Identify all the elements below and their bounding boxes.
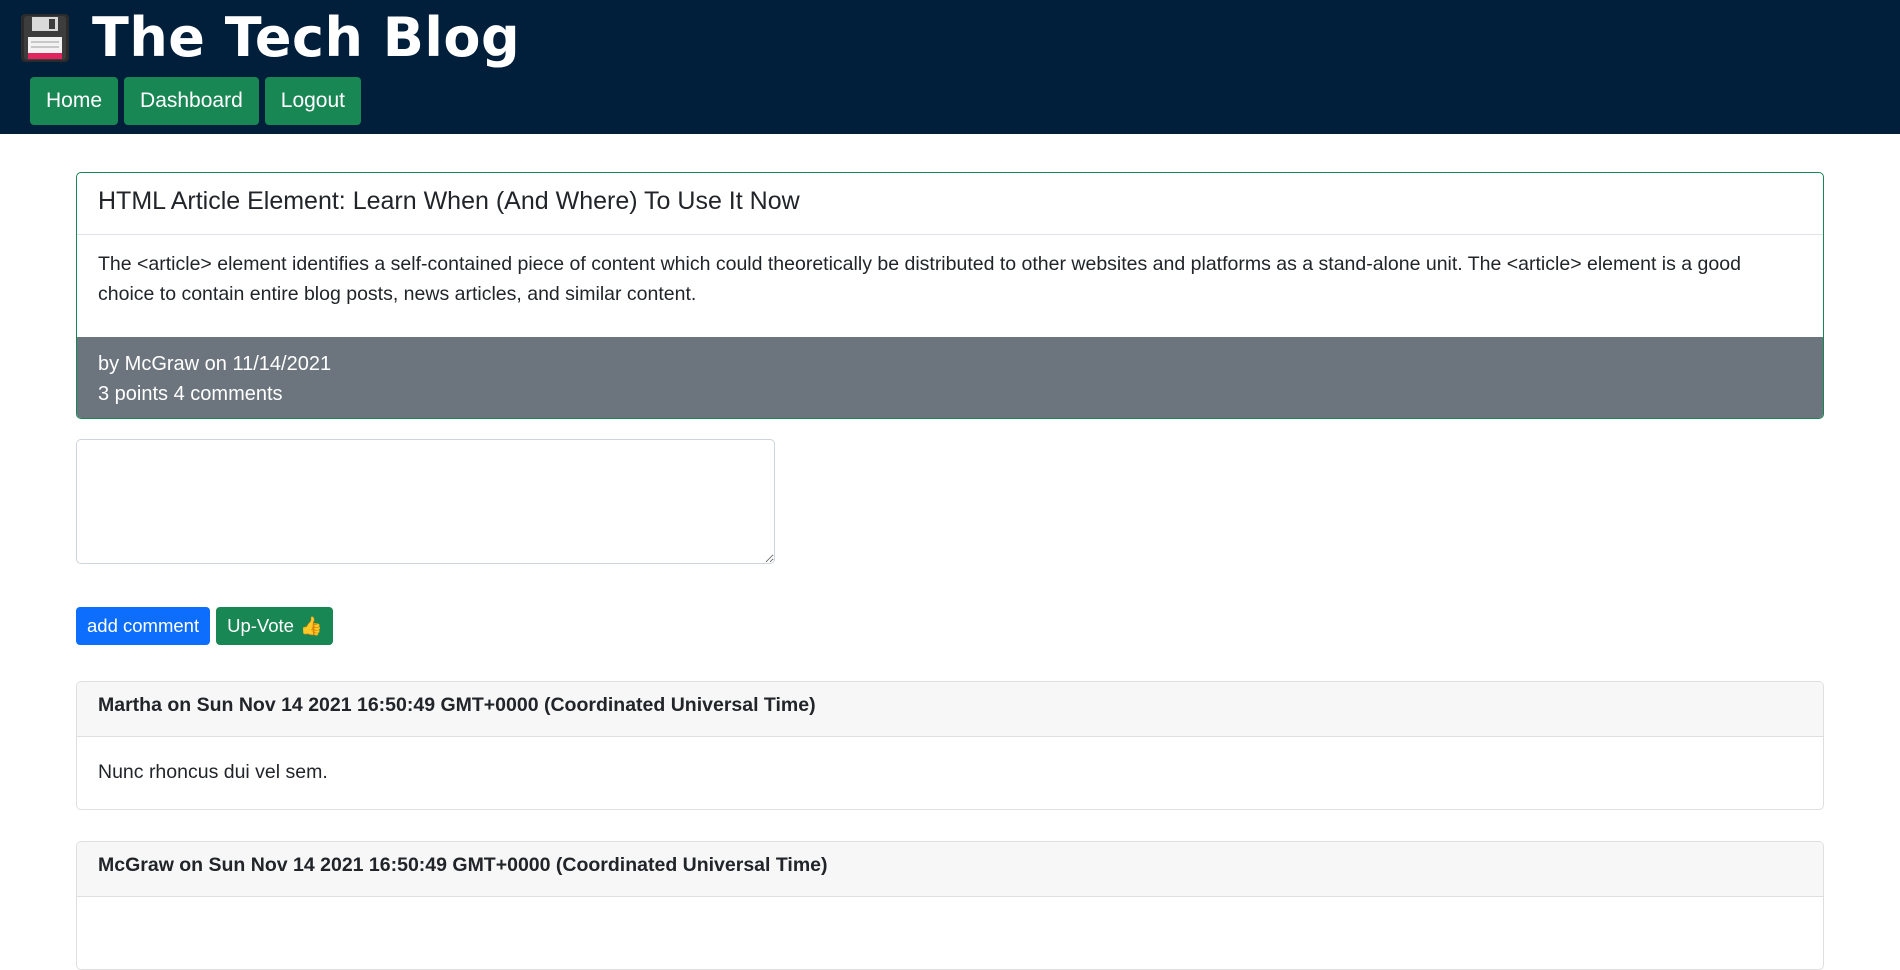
comment-actions: add comment Up-Vote 👍 xyxy=(76,607,1824,645)
add-comment-label: add comment xyxy=(87,615,200,636)
comment-card: McGraw on Sun Nov 14 2021 16:50:49 GMT+0… xyxy=(76,841,1824,970)
dashboard-button[interactable]: Dashboard xyxy=(124,77,259,125)
comment-body xyxy=(77,897,1823,969)
post-card: HTML Article Element: Learn When (And Wh… xyxy=(76,172,1824,419)
post-footer: by McGraw on 11/14/2021 3 points 4 comme… xyxy=(77,337,1823,418)
comment-card: Martha on Sun Nov 14 2021 16:50:49 GMT+0… xyxy=(76,681,1824,810)
main-nav: Home Dashboard Logout xyxy=(30,77,361,125)
post-title: HTML Article Element: Learn When (And Wh… xyxy=(77,173,1823,235)
logout-button[interactable]: Logout xyxy=(264,77,361,125)
comment-header: Martha on Sun Nov 14 2021 16:50:49 GMT+0… xyxy=(77,682,1823,737)
comment-body: Nunc rhoncus dui vel sem. xyxy=(98,761,328,783)
main-content: HTML Article Element: Learn When (And Wh… xyxy=(76,172,1824,970)
thumbs-up-icon: 👍 xyxy=(299,615,323,636)
site-title: The Tech Blog xyxy=(92,6,521,69)
add-comment-button[interactable]: add comment xyxy=(76,607,211,645)
floppy-disk-icon xyxy=(20,13,70,63)
upvote-button[interactable]: Up-Vote 👍 xyxy=(216,607,334,645)
comment-header: McGraw on Sun Nov 14 2021 16:50:49 GMT+0… xyxy=(77,842,1823,897)
post-byline: by McGraw on 11/14/2021 xyxy=(98,353,332,375)
site-header: The Tech Blog Home Dashboard Logout xyxy=(0,0,1900,134)
upvote-label: Up-Vote xyxy=(227,615,294,636)
home-button[interactable]: Home xyxy=(30,77,119,125)
post-body: The <article> element identifies a self-… xyxy=(98,253,1741,305)
post-stats: 3 points 4 comments xyxy=(98,383,283,405)
comment-input[interactable] xyxy=(76,439,775,564)
brand[interactable]: The Tech Blog xyxy=(20,6,520,70)
